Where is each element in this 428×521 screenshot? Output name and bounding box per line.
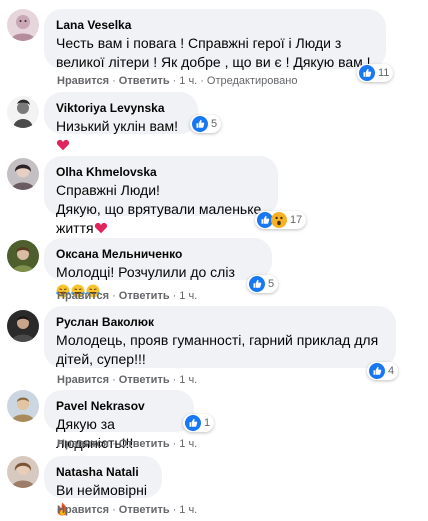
comment-author[interactable]: Viktoriya Levynska xyxy=(56,100,186,116)
reaction-count: 1 xyxy=(204,417,211,429)
reply-link[interactable]: Ответить xyxy=(119,290,170,302)
avatar[interactable] xyxy=(7,390,39,422)
comment-actions: Нравится · Ответить · 1 ч. xyxy=(57,504,198,516)
comment-text: Низький уклін вам! xyxy=(56,117,186,157)
reaction-summary[interactable]: 4 xyxy=(367,362,399,380)
like-icon xyxy=(369,363,385,379)
reaction-count: 4 xyxy=(388,365,395,377)
comment-text-content: Ви неймовірні xyxy=(56,482,147,498)
reaction-count: 5 xyxy=(268,278,275,290)
comment-bubble: Natasha Natali Ви неймовірні xyxy=(44,456,162,516)
comment-author[interactable]: Natasha Natali xyxy=(56,464,150,480)
comment-bubble: Lana Veselka Честь вам і повага ! Справж… xyxy=(44,9,386,70)
wow-icon xyxy=(271,212,287,228)
avatar[interactable] xyxy=(7,310,39,342)
comment-text-line: Дякую, що врятували маленьке життя xyxy=(56,200,266,240)
comment-author[interactable]: Lana Veselka xyxy=(56,17,374,33)
comment-text: Честь вам і повага ! Справжні герої і Лю… xyxy=(56,35,371,70)
avatar[interactable] xyxy=(7,158,39,190)
like-icon xyxy=(185,415,201,431)
comment-author[interactable]: Руслан Ваколюк xyxy=(56,314,384,330)
timestamp[interactable]: 1 ч. xyxy=(179,374,197,386)
comment-text: Молодець, прояв гуманності, гарний прикл… xyxy=(56,332,379,367)
avatar[interactable] xyxy=(7,456,39,488)
like-icon xyxy=(249,276,265,292)
reaction-summary[interactable]: 5 xyxy=(247,275,279,293)
reply-link[interactable]: Ответить xyxy=(119,438,170,450)
reaction-count: 11 xyxy=(378,67,390,79)
comment-text-content: Дякую, що врятували маленьке життя xyxy=(56,201,262,236)
avatar[interactable] xyxy=(7,240,39,272)
heart-emoji xyxy=(56,138,70,157)
comment-author[interactable]: Оксана Мельниченко xyxy=(56,246,260,262)
comment-author[interactable]: Olha Khmelovska xyxy=(56,164,266,180)
comment-bubble: Руслан Ваколюк Молодець, прояв гуманност… xyxy=(44,306,396,368)
avatar[interactable] xyxy=(7,9,39,41)
comment-actions: Нравится · Ответить · 1 ч. xyxy=(57,438,198,450)
comment-text-content: Низький уклін вам! xyxy=(56,118,179,134)
comment-author[interactable]: Pavel Nekrasov xyxy=(56,398,182,414)
like-link[interactable]: Нравится xyxy=(57,374,109,386)
like-link[interactable]: Нравится xyxy=(57,75,109,87)
comment-text-content: Молодці! Розчулили до сліз xyxy=(56,264,235,280)
like-icon xyxy=(192,116,208,132)
avatar[interactable] xyxy=(7,96,39,128)
like-link[interactable]: Нравится xyxy=(57,504,109,516)
comment-actions: Нравится · Ответить · 1 ч. · Отредактировано xyxy=(57,75,298,87)
reaction-count: 5 xyxy=(211,118,218,130)
reply-link[interactable]: Ответить xyxy=(119,504,170,516)
comment-actions: Нравится · Ответить · 1 ч. xyxy=(57,374,198,386)
comment-text-line: Справжні Люди! xyxy=(56,182,160,198)
like-link[interactable]: Нравится xyxy=(57,438,109,450)
reaction-summary[interactable]: 1 xyxy=(183,414,215,432)
comment-bubble: Viktoriya Levynska Низький уклін вам! xyxy=(44,92,198,151)
reply-link[interactable]: Ответить xyxy=(119,374,170,386)
reaction-summary[interactable]: 11 xyxy=(357,64,394,82)
timestamp[interactable]: 1 ч. xyxy=(179,438,197,450)
comment-bubble: Olha Khmelovska Справжні Люди! Дякую, що… xyxy=(44,156,278,236)
reaction-summary[interactable]: 5 xyxy=(190,115,222,133)
edited-label: Отредактировано xyxy=(206,75,298,87)
reply-link[interactable]: Ответить xyxy=(119,75,170,87)
like-icon xyxy=(359,65,375,81)
timestamp[interactable]: 1 ч. xyxy=(179,290,197,302)
timestamp[interactable]: 1 ч. xyxy=(179,504,197,516)
comment-bubble: Pavel Nekrasov Дякую за людяність!!! xyxy=(44,390,194,451)
comment-bubble: Оксана Мельниченко Молодці! Розчулили до… xyxy=(44,238,272,298)
timestamp[interactable]: 1 ч. xyxy=(179,75,197,87)
reaction-count: 17 xyxy=(290,214,303,226)
reaction-summary[interactable]: 17 xyxy=(255,211,307,229)
like-link[interactable]: Нравится xyxy=(57,290,109,302)
comment-actions: Нравится · Ответить · 1 ч. xyxy=(57,290,198,302)
